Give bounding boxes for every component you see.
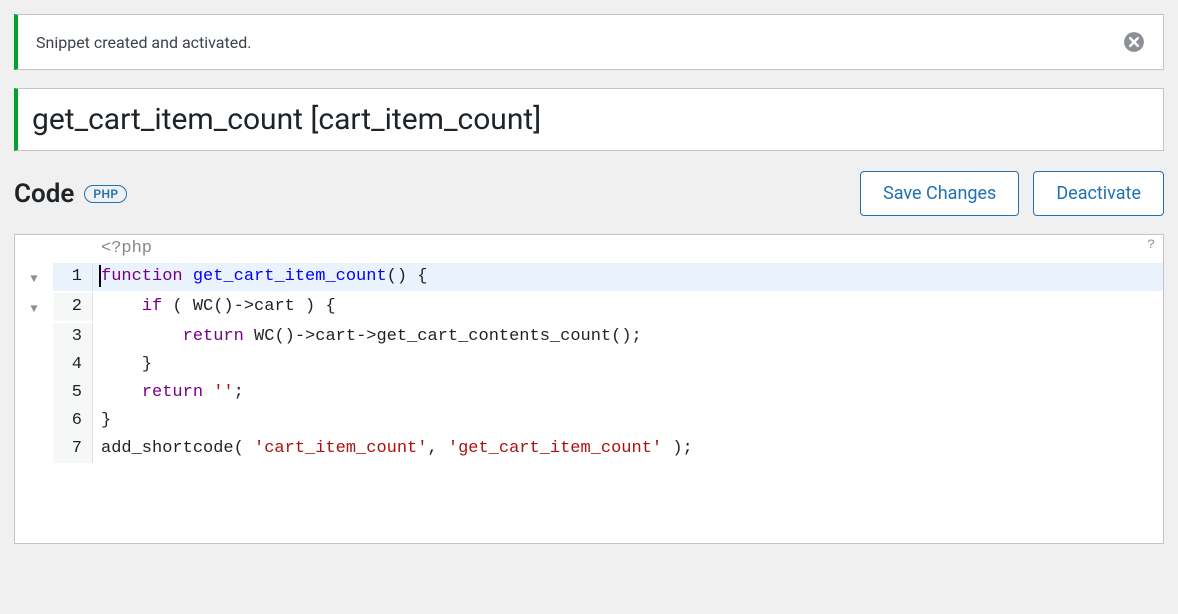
php-open-tag-line: <?php (15, 235, 1163, 263)
code-content[interactable]: } (93, 351, 1163, 379)
fold-gutter (15, 323, 53, 325)
line-number: 2 (53, 293, 93, 321)
line-number: 1 (53, 263, 93, 291)
snippet-title-container (14, 88, 1164, 151)
snippet-title-input[interactable] (18, 89, 1163, 150)
line-number: 3 (53, 323, 93, 351)
code-line: 3 return WC()->cart->get_cart_contents_c… (15, 323, 1163, 351)
code-line: ▼ 2 if ( WC()->cart ) { (15, 293, 1163, 323)
code-line: 6 } (15, 407, 1163, 435)
code-line-phpopen: <?php (93, 235, 1163, 263)
code-content[interactable]: function get_cart_item_count() { (93, 263, 1163, 291)
code-line: 4 } (15, 351, 1163, 379)
section-title: Code (14, 179, 74, 209)
code-editor[interactable]: ? <?php ▼ 1 function get_cart_item_count… (14, 234, 1164, 544)
line-number: 5 (53, 379, 93, 407)
fold-gutter (15, 407, 53, 409)
code-line: ▼ 1 function get_cart_item_count() { (15, 263, 1163, 293)
fold-marker-icon[interactable]: ▼ (15, 263, 53, 293)
code-content[interactable]: if ( WC()->cart ) { (93, 293, 1163, 321)
save-changes-button[interactable]: Save Changes (860, 171, 1019, 216)
notice-text: Snippet created and activated. (36, 33, 251, 52)
code-content[interactable]: return ''; (93, 379, 1163, 407)
fold-gutter (15, 435, 53, 437)
action-buttons: Save Changes Deactivate (860, 171, 1164, 216)
line-number: 6 (53, 407, 93, 435)
fold-gutter (15, 351, 53, 353)
code-content[interactable]: return WC()->cart->get_cart_contents_cou… (93, 323, 1163, 351)
success-notice: Snippet created and activated. (14, 14, 1164, 70)
line-number: 4 (53, 351, 93, 379)
language-badge: PHP (84, 185, 127, 203)
deactivate-button[interactable]: Deactivate (1033, 171, 1164, 216)
code-content[interactable]: } (93, 407, 1163, 435)
dismiss-notice-button[interactable] (1123, 31, 1145, 53)
code-content[interactable]: add_shortcode( 'cart_item_count', 'get_c… (93, 435, 1163, 463)
close-icon (1123, 31, 1145, 53)
code-section-header: Code PHP Save Changes Deactivate (14, 171, 1164, 216)
section-title-wrap: Code PHP (14, 179, 127, 209)
editor-help-icon[interactable]: ? (1147, 237, 1155, 252)
code-line: 5 return ''; (15, 379, 1163, 407)
line-number: 7 (53, 435, 93, 463)
fold-gutter (15, 235, 53, 237)
fold-marker-icon[interactable]: ▼ (15, 293, 53, 323)
code-line: 7 add_shortcode( 'cart_item_count', 'get… (15, 435, 1163, 463)
fold-gutter (15, 379, 53, 381)
